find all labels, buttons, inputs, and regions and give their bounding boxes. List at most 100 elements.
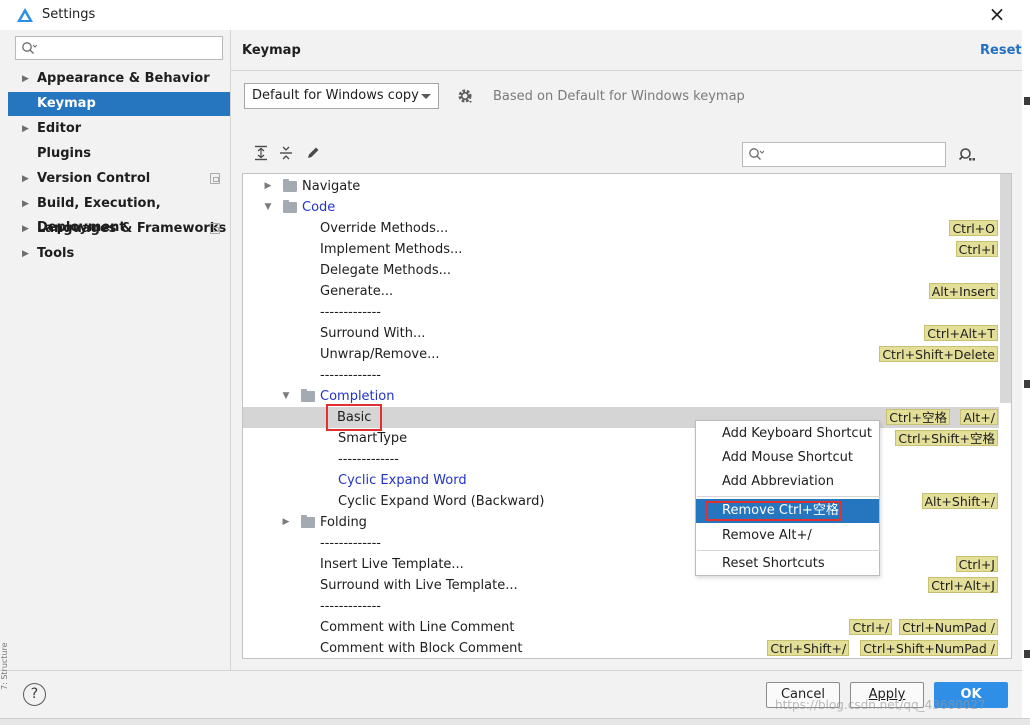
tree-folder-row[interactable]: ▶ Folding [243,512,999,533]
shortcut-badge: Alt+Shift+/ [921,493,998,509]
sidebar-item-label: Tools [37,246,75,261]
search-icon [749,148,764,160]
tree-action-row[interactable]: Surround With... Ctrl+Alt+T [243,323,999,344]
expand-arrow-icon: ▶ [22,174,29,184]
tree-action-row[interactable]: ------------- [243,596,999,617]
tree-scrollbar[interactable] [1000,174,1011,403]
shortcut-badge: Ctrl+Shift+空格 [895,430,998,446]
folder-icon [301,515,315,528]
project-scope-icon [210,223,220,234]
tree-folder-row[interactable]: ▶ Navigate [243,176,999,197]
sidebar-item-editor[interactable]: ▶ Editor [8,117,230,141]
background-editor-edge [1022,0,1030,725]
sidebar-item-label: Languages & Frameworks [37,221,227,236]
gear-icon[interactable] [457,88,473,104]
tree-row-label: ------------- [320,536,381,551]
menu-remove-ctrl-space[interactable]: Remove Ctrl+空格 [696,499,879,523]
editor-marker [1024,97,1030,105]
close-icon[interactable]: × [986,4,1008,26]
app-logo-icon [17,8,33,22]
help-button[interactable]: ? [23,683,46,706]
tree-row-label: Insert Live Template... [320,557,464,572]
collapse-arrow-icon[interactable]: ▼ [281,386,291,407]
sidebar-item-version-control[interactable]: ▶ Version Control [8,167,230,191]
tree-row-label: Completion [320,389,395,404]
tree-action-row[interactable]: Cyclic Expand Word (Backward) Alt+Shift+/ [243,491,999,512]
tree-action-row[interactable]: ------------- [243,533,999,554]
search-icon [22,42,37,54]
collapse-all-icon[interactable] [278,145,294,161]
tree-action-row[interactable]: Unwrap/Remove... Ctrl+Shift+Delete [243,344,999,365]
tree-folder-row[interactable]: ▼ Completion [243,386,999,407]
tree-action-row[interactable]: Cyclic Expand Word [243,470,999,491]
sidebar-item-plugins[interactable]: Plugins [8,142,230,166]
expand-arrow-icon: ▶ [22,199,29,209]
settings-dialog: Settings × ▶ Appearance & Behavior Keyma… [0,0,1023,718]
dialog-footer: ? Cancel Apply OK https://blog.csdn.net/… [0,670,1022,718]
tree-row-label: Generate... [320,284,394,299]
tree-action-row[interactable]: Delegate Methods... [243,260,999,281]
tree-action-row[interactable]: Override Methods... Ctrl+O [243,218,999,239]
sidebar-item-appearance[interactable]: ▶ Appearance & Behavior [8,67,230,91]
tree-action-row[interactable]: Comment with Block Comment Ctrl+Shift+Num… [243,638,999,658]
tree-row-label: SmartType [338,431,408,446]
sidebar-item-label: Editor [37,121,82,136]
tree-folder-row[interactable]: ▼ Code [243,197,999,218]
menu-reset-shortcuts[interactable]: Reset Shortcuts [696,552,879,576]
sidebar-item-build[interactable]: ▶ Build, Execution, Deployment [8,192,230,235]
find-by-shortcut-icon[interactable] [958,146,976,164]
sidebar-search-input[interactable] [15,36,223,60]
shortcut-badge: Alt+Insert [928,283,998,299]
sidebar-item-languages[interactable]: ▶ Languages & Frameworks [8,217,230,241]
shortcut-badge: Ctrl+J [955,556,998,572]
menu-add-keyboard-shortcut[interactable]: Add Keyboard Shortcut [696,422,879,446]
structure-tool-tab[interactable]: 7: Structure [0,630,8,690]
shortcut-badge: Ctrl+I [955,241,998,257]
expand-arrow-icon[interactable]: ▶ [263,176,273,197]
watermark: https://blog.csdn.net/qq_43680027 [775,698,986,712]
collapse-arrow-icon[interactable]: ▼ [263,197,273,218]
tree-row-label: Cyclic Expand Word [338,473,467,488]
tree-action-row[interactable]: ------------- [243,449,999,470]
tree-row-label: Surround With... [320,326,426,341]
menu-divider [697,496,880,497]
expand-all-icon[interactable] [253,145,269,161]
sidebar-item-label: Keymap [37,96,96,111]
tree-row-label: ------------- [338,452,399,467]
editor-marker [1024,380,1030,388]
sidebar-item-label: Version Control [37,171,151,186]
expand-arrow-icon[interactable]: ▶ [281,512,291,533]
tree-action-row[interactable]: Comment with Line Comment Ctrl+NumPad / Ct… [243,617,999,638]
tree-action-row[interactable]: ------------- [243,365,999,386]
pencil-icon[interactable] [305,145,321,161]
settings-sidebar: ▶ Appearance & Behavior Keymap ▶ Editor … [8,30,230,670]
sidebar-item-label: Appearance & Behavior [37,71,210,86]
highlight-box [706,501,841,521]
reset-button[interactable]: Reset [980,43,1022,58]
menu-add-abbreviation[interactable]: Add Abbreviation [696,470,879,494]
sidebar-item-keymap[interactable]: Keymap [8,92,230,116]
tree-row-label: Comment with Line Comment [320,620,515,635]
tree-action-row[interactable]: Generate... Alt+Insert [243,281,999,302]
keymap-action-tree: ▶ Navigate ▼ Code Override Methods... Ctrl+O I… [242,173,1012,659]
menu-remove-alt-slash[interactable]: Remove Alt+/ [696,524,879,548]
expand-arrow-icon: ▶ [22,224,29,234]
tree-action-row[interactable]: Basic Alt+/ Ctrl+空格 [243,404,999,431]
tree-action-row[interactable]: ------------- [243,302,999,323]
sidebar-item-tools[interactable]: ▶ Tools [8,242,230,266]
menu-add-mouse-shortcut[interactable]: Add Mouse Shortcut [696,446,879,470]
shortcut-search-input[interactable] [742,142,946,167]
tree-action-row[interactable]: Surround with Live Template... Ctrl+Alt+J [243,575,999,596]
folder-icon [283,200,297,213]
keymap-scheme-select[interactable]: Default for Windows copy [244,83,439,109]
tree-action-row[interactable]: SmartType Ctrl+Shift+空格 [243,428,999,449]
chevron-down-icon [421,94,431,99]
folder-icon [283,179,297,192]
tree-row-label: Override Methods... [320,221,449,236]
shortcut-badge: Ctrl+NumPad / [899,619,998,635]
tree-action-row[interactable]: Insert Live Template... Ctrl+J [243,554,999,575]
shortcut-badge: Ctrl+Alt+J [928,577,998,593]
tree-action-row[interactable]: Implement Methods... Ctrl+I [243,239,999,260]
header-divider [231,70,1023,71]
folder-icon [301,389,315,402]
